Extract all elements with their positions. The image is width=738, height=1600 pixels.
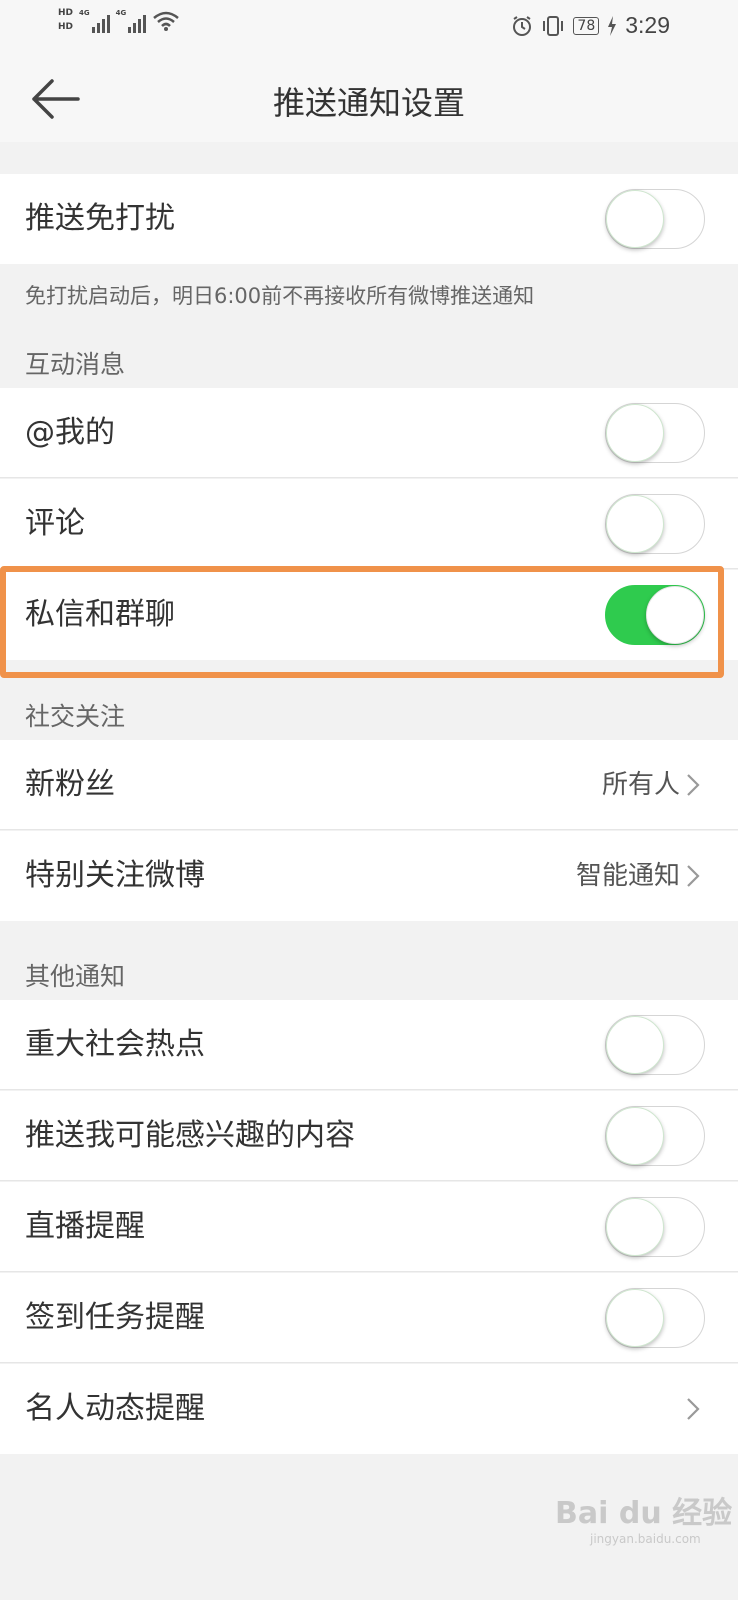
chevron-right-icon: [687, 865, 700, 887]
dnd-label: 推送免打扰: [25, 201, 175, 236]
nav-header: 推送通知设置: [0, 56, 738, 142]
divider: [0, 568, 738, 569]
celebrity-label: 名人动态提醒: [25, 1391, 205, 1426]
hd2-badge: HD: [58, 22, 74, 32]
checkin-label: 签到任务提醒: [25, 1300, 205, 1335]
live-toggle[interactable]: [605, 1197, 705, 1257]
section-title-social: 社交关注: [25, 702, 126, 731]
status-bar-left: HD HD 4G 4G: [58, 8, 180, 33]
setting-row-hot-topics[interactable]: 重大社会热点: [0, 1000, 738, 1090]
signal-sim2-icon: 4G: [116, 9, 147, 33]
chevron-right-icon: [687, 774, 700, 796]
setting-row-comments[interactable]: 评论: [0, 479, 738, 569]
toggle-knob: [606, 1289, 664, 1347]
interests-label: 推送我可能感兴趣的内容: [25, 1118, 355, 1153]
setting-row-live[interactable]: 直播提醒: [0, 1182, 738, 1272]
mentions-toggle[interactable]: [605, 403, 705, 463]
comments-toggle[interactable]: [605, 494, 705, 554]
toggle-knob: [606, 190, 664, 248]
messages-toggle[interactable]: [605, 585, 705, 645]
setting-row-messages[interactable]: 私信和群聊: [0, 570, 738, 660]
special-follow-value: 智能通知: [575, 861, 680, 891]
signal-sim1-icon: 4G: [79, 9, 110, 33]
divider: [0, 1089, 738, 1090]
new-followers-value: 所有人: [601, 770, 680, 800]
live-label: 直播提醒: [25, 1209, 145, 1244]
section-title-interaction: 互动消息: [25, 350, 126, 379]
setting-row-celebrity[interactable]: 名人动态提醒: [0, 1364, 738, 1454]
comments-label: 评论: [25, 506, 85, 541]
toggle-knob: [646, 586, 704, 644]
new-followers-label: 新粉丝: [25, 767, 115, 802]
charging-icon: [608, 15, 617, 36]
hot-topics-label: 重大社会热点: [25, 1027, 205, 1062]
messages-label: 私信和群聊: [25, 597, 175, 632]
divider: [0, 829, 738, 830]
hd-indicators: HD HD: [58, 8, 73, 33]
dnd-row[interactable]: 推送免打扰: [0, 174, 738, 264]
checkin-toggle[interactable]: [605, 1288, 705, 1348]
dnd-toggle[interactable]: [605, 189, 705, 249]
divider: [0, 477, 738, 478]
setting-row-interests[interactable]: 推送我可能感兴趣的内容: [0, 1091, 738, 1181]
toggle-knob: [606, 1016, 664, 1074]
clock: 3:29: [625, 12, 670, 38]
setting-row-mentions[interactable]: @我的: [0, 388, 738, 478]
setting-row-checkin[interactable]: 签到任务提醒: [0, 1273, 738, 1363]
alarm-icon: [513, 15, 532, 36]
hd1-badge: HD: [58, 8, 74, 18]
setting-row-new-followers[interactable]: 新粉丝 所有人: [0, 740, 738, 830]
divider: [0, 1362, 738, 1363]
toggle-knob: [606, 1107, 664, 1165]
watermark-brand: Bai du 经验: [555, 1496, 733, 1531]
interests-toggle[interactable]: [605, 1106, 705, 1166]
section-title-other: 其他通知: [25, 962, 126, 991]
wifi-icon: [153, 11, 180, 31]
vibrate-icon: [543, 15, 564, 36]
mentions-label: @我的: [25, 415, 115, 450]
hot-topics-toggle[interactable]: [605, 1015, 705, 1075]
setting-row-special-follow[interactable]: 特别关注微博 智能通知: [0, 831, 738, 921]
status-bar: HD HD 4G 4G 78 3:29: [0, 0, 738, 56]
battery-level: 78: [573, 16, 600, 35]
toggle-knob: [606, 495, 664, 553]
status-bar-right: 78 3:29: [511, 12, 670, 39]
sim1-network-label: 4G: [79, 8, 90, 17]
toggle-knob: [606, 1198, 664, 1256]
dnd-note: 免打扰启动后，明日6:00前不再接收所有微博推送通知: [25, 284, 535, 308]
chevron-right-icon: [687, 1398, 700, 1420]
toggle-knob: [606, 404, 664, 462]
page-title: 推送通知设置: [272, 84, 465, 122]
sim2-network-label: 4G: [115, 8, 127, 17]
divider: [0, 1180, 738, 1181]
special-follow-label: 特别关注微博: [25, 858, 205, 893]
divider: [0, 1271, 738, 1272]
watermark-url: jingyan.baidu.com: [590, 1532, 701, 1546]
